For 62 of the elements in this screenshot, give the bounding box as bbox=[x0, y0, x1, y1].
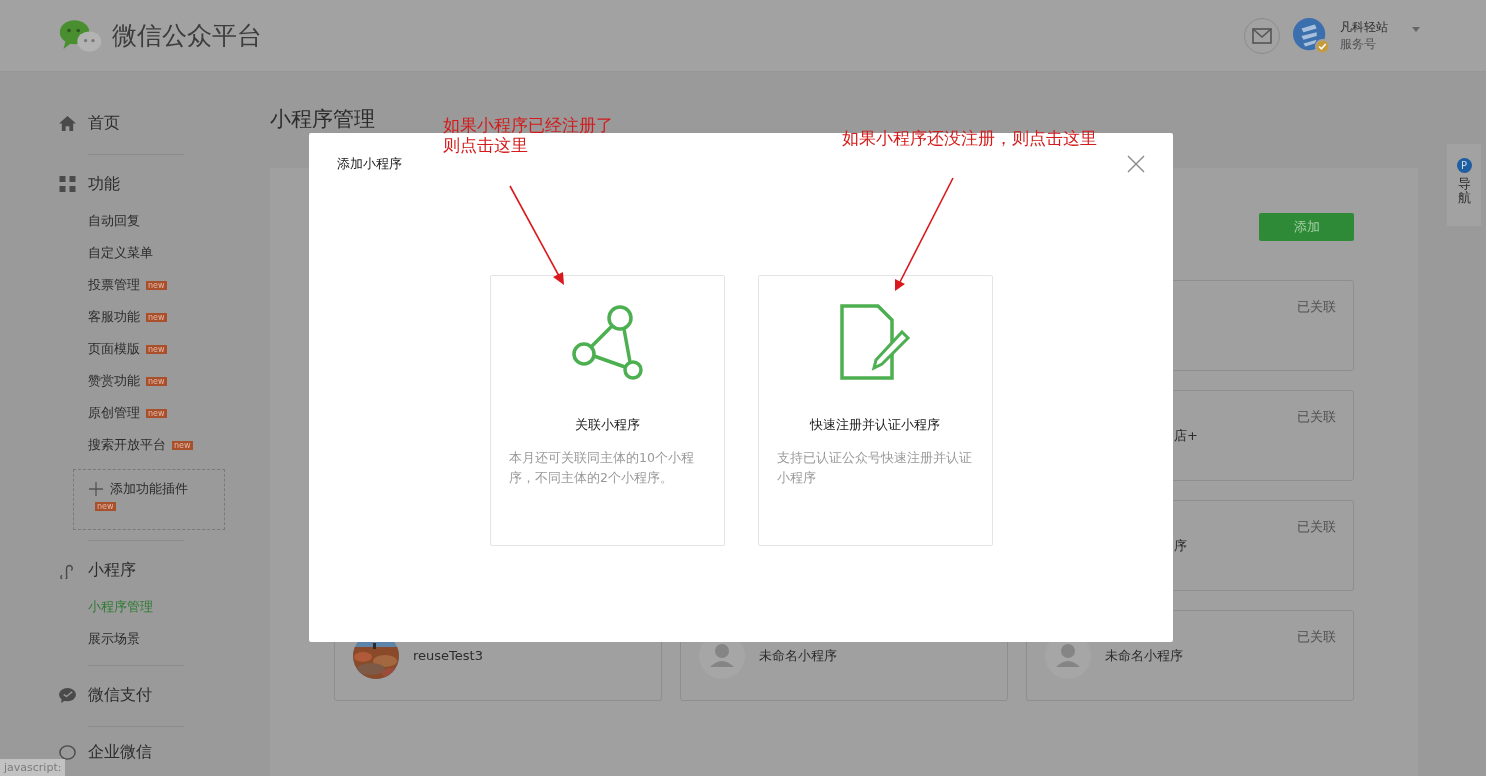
sidebar-subitem[interactable]: 展示场景 bbox=[88, 623, 140, 655]
new-badge: new bbox=[146, 280, 167, 290]
sidebar-item[interactable]: 微信支付 bbox=[58, 674, 152, 716]
sidebar-item[interactable]: 首页 bbox=[58, 102, 120, 144]
mini-program-name: reuseTest3 bbox=[413, 648, 483, 663]
option-title: 快速注册并认证小程序 bbox=[810, 416, 940, 434]
document-pencil-icon bbox=[838, 302, 912, 382]
new-badge: new bbox=[146, 408, 167, 418]
link-status: 已关联 bbox=[1297, 408, 1336, 426]
mail-button[interactable] bbox=[1244, 17, 1280, 54]
option-card[interactable]: 快速注册并认证小程序 支持已认证公众号快速注册并认证小程序 bbox=[757, 275, 993, 546]
link-status: 已关联 bbox=[1297, 518, 1336, 536]
sidebar-item[interactable]: 小程序 bbox=[58, 549, 136, 591]
option-card[interactable]: 关联小程序 本月还可关联同主体的10个小程序，不同主体的2个小程序。 bbox=[489, 275, 725, 546]
new-badge: new bbox=[146, 312, 167, 322]
option-title: 关联小程序 bbox=[574, 416, 640, 434]
dialog-title: 添加小程序 bbox=[337, 155, 402, 173]
new-badge: new bbox=[146, 376, 167, 386]
home-icon bbox=[58, 114, 77, 132]
sidebar-subitem[interactable]: 自动回复 bbox=[88, 205, 140, 237]
annotation-text: 如果小程序还没注册，则点击这里 bbox=[842, 128, 1097, 148]
navigation-label: 导航 bbox=[1457, 177, 1471, 206]
page-title: 小程序管理 bbox=[270, 106, 375, 132]
sidebar-item[interactable]: 功能 bbox=[58, 163, 120, 205]
status-bar: javascript: bbox=[0, 759, 66, 776]
sidebar-subitem[interactable]: 自定义菜单 bbox=[88, 237, 153, 269]
add-plugin-button[interactable]: 添加功能插件 new bbox=[73, 469, 225, 530]
account-avatar-icon[interactable] bbox=[1292, 16, 1330, 55]
link-status: 已关联 bbox=[1297, 628, 1336, 646]
new-badge: new bbox=[146, 344, 167, 354]
chat-bubbles-logo-icon bbox=[58, 18, 104, 53]
sidebar-subitem[interactable]: 投票管理 new bbox=[88, 269, 167, 301]
plus-icon bbox=[89, 482, 103, 496]
mail-icon bbox=[1252, 27, 1272, 44]
chat-icon bbox=[58, 686, 77, 704]
annotation-text: 如果小程序已经注册了 bbox=[443, 115, 613, 135]
sidebar-subitem[interactable]: 客服功能 new bbox=[88, 301, 167, 333]
sidebar-subitem[interactable]: 赞赏功能 new bbox=[88, 365, 167, 397]
sidebar-subitem[interactable]: 页面模版 new bbox=[88, 333, 167, 365]
mini-program-name: 序 bbox=[1174, 536, 1187, 555]
navigation-tab[interactable]: P 导航 bbox=[1447, 144, 1481, 226]
mini-program-name: 未命名小程序 bbox=[1105, 646, 1183, 665]
annotation-text: 则点击这里 bbox=[443, 135, 528, 155]
grid-icon bbox=[58, 176, 77, 192]
new-badge: new bbox=[95, 502, 116, 511]
p-badge: P bbox=[1456, 158, 1472, 173]
caret-icon[interactable] bbox=[1412, 27, 1420, 32]
option-description: 本月还可关联同主体的10个小程序，不同主体的2个小程序。 bbox=[509, 449, 695, 487]
add-button[interactable]: 添加 bbox=[1259, 213, 1354, 241]
sidebar-subitem[interactable]: 原创管理 new bbox=[88, 397, 167, 429]
mini-program-name: 店+ bbox=[1174, 426, 1198, 445]
platform-title: 微信公众平台 bbox=[112, 20, 262, 52]
option-description: 支持已认证公众号快速注册并认证小程序 bbox=[777, 449, 973, 487]
link-status: 已关联 bbox=[1297, 298, 1336, 316]
close-icon[interactable] bbox=[1127, 155, 1145, 173]
mini-program-name: 未命名小程序 bbox=[759, 646, 837, 665]
chat-bubble-icon bbox=[58, 743, 77, 761]
sidebar-subitem[interactable]: 搜索开放平台 new bbox=[88, 429, 193, 461]
account-type: 服务号 bbox=[1340, 35, 1377, 53]
account-name[interactable]: 凡科轻站 bbox=[1340, 18, 1388, 36]
connected-nodes-icon bbox=[570, 302, 644, 382]
new-badge: new bbox=[172, 440, 193, 450]
